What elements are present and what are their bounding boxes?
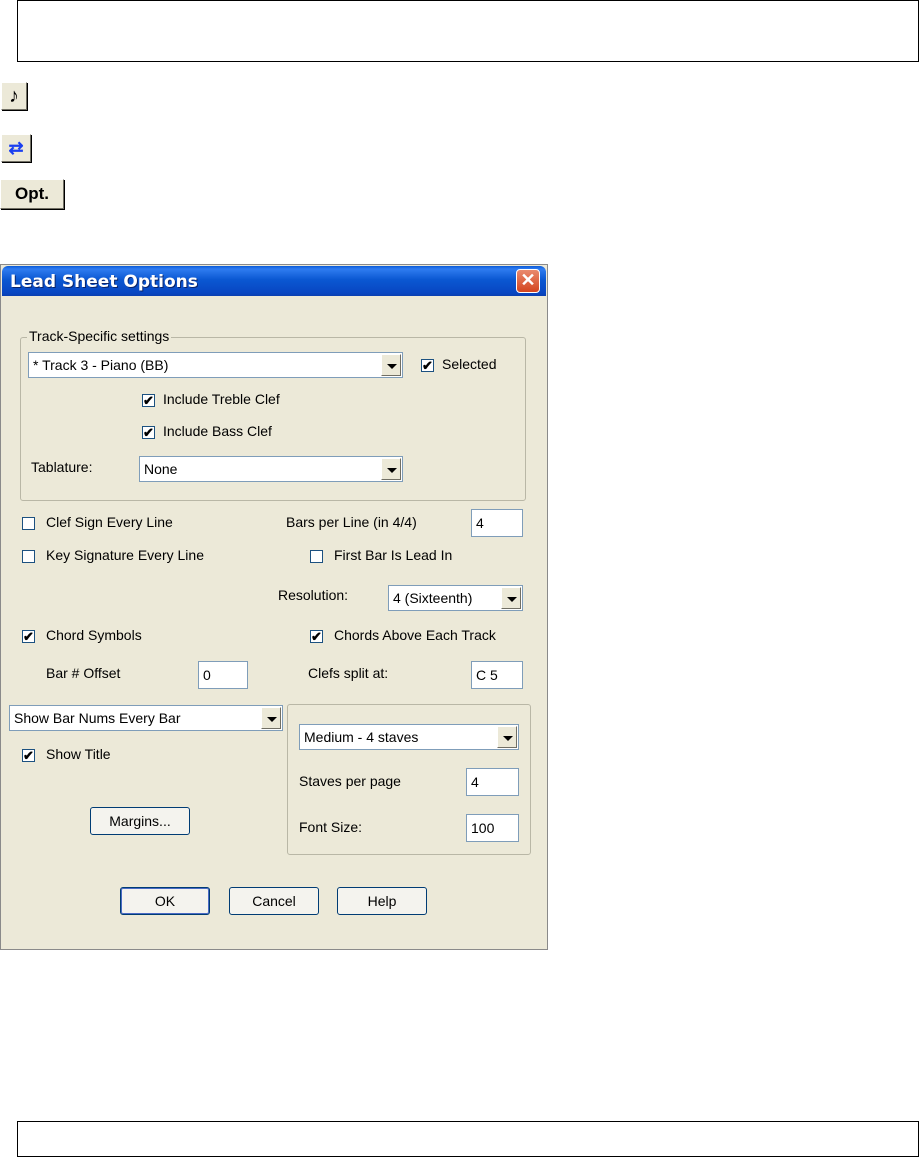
dialog-body: Track-Specific settings * Track 3 - Pian… bbox=[5, 297, 543, 945]
chevron-down-icon[interactable] bbox=[261, 707, 281, 729]
bottom-frame bbox=[17, 1121, 919, 1157]
bars-per-line-label: Bars per Line (in 4/4) bbox=[286, 514, 417, 530]
loop-icon[interactable]: ⇄ bbox=[1, 134, 31, 162]
bass-clef-checkbox[interactable]: ✔ bbox=[142, 426, 155, 439]
chevron-down-icon[interactable] bbox=[381, 354, 401, 376]
music-note-icon[interactable]: ♪ bbox=[1, 82, 27, 110]
staves-per-page-label: Staves per page bbox=[299, 773, 401, 789]
chord-symbols-label: Chord Symbols bbox=[46, 627, 142, 643]
clefs-split-value: C 5 bbox=[476, 667, 498, 683]
font-size-label: Font Size: bbox=[299, 819, 363, 835]
chords-above-checkbox[interactable]: ✔ bbox=[310, 630, 323, 643]
loop-glyph: ⇄ bbox=[8, 137, 24, 158]
resolution-combo-value: 4 (Sixteenth) bbox=[393, 590, 473, 606]
key-signature-label: Key Signature Every Line bbox=[46, 547, 204, 563]
bars-per-line-input[interactable]: 4 bbox=[471, 509, 523, 537]
close-button[interactable]: ✕ bbox=[516, 269, 540, 293]
options-button[interactable]: Opt. bbox=[0, 179, 64, 209]
bar-offset-input[interactable]: 0 bbox=[198, 661, 248, 689]
title-bar: Lead Sheet Options ✕ bbox=[2, 266, 546, 296]
chevron-down-icon[interactable] bbox=[501, 587, 521, 609]
track-settings-title: Track-Specific settings bbox=[27, 328, 172, 344]
tablature-combo-value: None bbox=[144, 461, 178, 477]
bar-numbers-combo-value: Show Bar Nums Every Bar bbox=[14, 710, 181, 726]
staves-per-page-input[interactable]: 4 bbox=[466, 768, 519, 796]
chevron-down-icon[interactable] bbox=[497, 726, 517, 748]
top-frame bbox=[17, 0, 919, 62]
help-button[interactable]: Help bbox=[337, 887, 427, 915]
dialog-title: Lead Sheet Options bbox=[10, 272, 198, 292]
staves-combo-value: Medium - 4 staves bbox=[304, 729, 419, 745]
bars-per-line-value: 4 bbox=[476, 515, 484, 531]
show-title-checkbox[interactable]: ✔ bbox=[22, 749, 35, 762]
margins-button[interactable]: Margins... bbox=[90, 807, 190, 835]
cancel-button[interactable]: Cancel bbox=[229, 887, 319, 915]
staves-per-page-value: 4 bbox=[471, 774, 479, 790]
bass-clef-label: Include Bass Clef bbox=[163, 423, 272, 439]
clefs-split-input[interactable]: C 5 bbox=[471, 661, 523, 689]
options-label: Opt. bbox=[15, 184, 49, 203]
music-note-glyph: ♪ bbox=[9, 84, 19, 107]
key-signature-checkbox[interactable] bbox=[22, 550, 35, 563]
treble-clef-label: Include Treble Clef bbox=[163, 391, 280, 407]
clef-sign-label: Clef Sign Every Line bbox=[46, 514, 173, 530]
track-combo-value: * Track 3 - Piano (BB) bbox=[33, 357, 169, 373]
treble-clef-checkbox[interactable]: ✔ bbox=[142, 394, 155, 407]
selected-checkbox[interactable]: ✔ bbox=[421, 359, 434, 372]
staves-combo[interactable]: Medium - 4 staves bbox=[299, 724, 519, 750]
bar-offset-label: Bar # Offset bbox=[46, 665, 121, 681]
tablature-combo[interactable]: None bbox=[139, 456, 403, 482]
ok-button[interactable]: OK bbox=[120, 887, 210, 915]
chevron-down-icon[interactable] bbox=[381, 458, 401, 480]
resolution-combo[interactable]: 4 (Sixteenth) bbox=[388, 585, 523, 611]
clefs-split-label: Clefs split at: bbox=[308, 665, 389, 681]
font-size-value: 100 bbox=[471, 820, 495, 836]
first-bar-lead-in-checkbox[interactable] bbox=[310, 550, 323, 563]
bar-offset-value: 0 bbox=[203, 667, 211, 683]
tablature-label: Tablature: bbox=[31, 459, 93, 475]
first-bar-lead-in-label: First Bar Is Lead In bbox=[334, 547, 453, 563]
bar-numbers-combo[interactable]: Show Bar Nums Every Bar bbox=[9, 705, 283, 731]
resolution-label: Resolution: bbox=[278, 587, 349, 603]
selected-label: Selected bbox=[442, 356, 497, 372]
font-size-input[interactable]: 100 bbox=[466, 814, 519, 842]
lead-sheet-options-dialog: Lead Sheet Options ✕ Track-Specific sett… bbox=[0, 264, 548, 950]
close-icon: ✕ bbox=[520, 270, 536, 290]
clef-sign-checkbox[interactable] bbox=[22, 517, 35, 530]
chord-symbols-checkbox[interactable]: ✔ bbox=[22, 630, 35, 643]
track-combo[interactable]: * Track 3 - Piano (BB) bbox=[28, 352, 403, 378]
chords-above-label: Chords Above Each Track bbox=[334, 627, 496, 643]
show-title-label: Show Title bbox=[46, 746, 111, 762]
